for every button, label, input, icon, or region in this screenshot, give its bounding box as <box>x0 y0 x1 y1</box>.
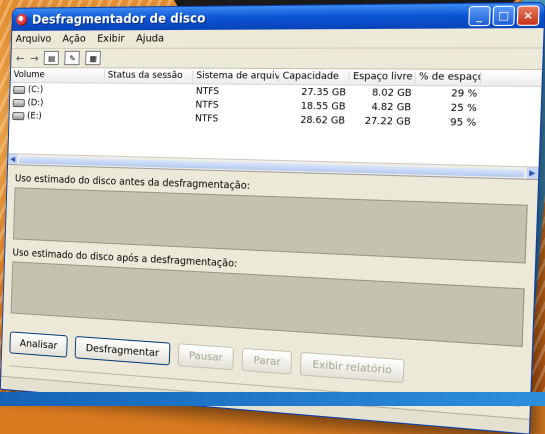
menu-arquivo[interactable]: Arquivo <box>16 34 52 45</box>
stop-button[interactable]: Parar <box>241 347 293 375</box>
volume-capacity: 18.55 GB <box>300 100 346 113</box>
volume-free: 4.82 GB <box>371 101 412 114</box>
bottom-blue-strip <box>0 392 545 406</box>
volume-status <box>104 90 192 91</box>
analyze-button[interactable]: Analisar <box>9 331 69 358</box>
volume-name: (E:) <box>26 110 42 122</box>
column-capacity[interactable]: Capacidade <box>279 71 350 83</box>
volume-free-pct: 25 % <box>450 102 477 115</box>
volume-free: 27.22 GB <box>364 115 411 128</box>
maximize-icon[interactable]: □ <box>492 5 516 27</box>
scroll-right-icon[interactable]: ▶ <box>526 167 539 180</box>
volume-free-pct: 29 % <box>450 88 478 100</box>
volume-name: (C:) <box>27 84 44 95</box>
volume-fs: NTFS <box>194 113 219 125</box>
defrag-window: Desfragmentador de disco _ □ × Arquivo A… <box>0 1 545 434</box>
scrollbar-thumb[interactable] <box>19 155 525 177</box>
toolbar: ← → ▤ ✎ ▦ <box>11 48 543 71</box>
title-bar[interactable]: Desfragmentador de disco _ □ × <box>12 3 545 31</box>
properties-icon[interactable]: ✎ <box>64 50 81 66</box>
column-free-pct[interactable]: % de espaço livre <box>415 71 482 84</box>
column-volume[interactable]: Volume <box>10 69 106 81</box>
window-controls: _ □ × <box>468 5 540 27</box>
volume-free-pct: 95 % <box>449 117 477 129</box>
volume-fs: NTFS <box>195 85 220 97</box>
console-tree-icon[interactable]: ▤ <box>44 50 60 66</box>
hard-drive-icon <box>12 111 25 120</box>
menu-acao[interactable]: Ação <box>62 34 86 45</box>
menu-exibir[interactable]: Exibir <box>97 33 125 44</box>
menu-bar: Arquivo Ação Exibir Ajuda <box>11 28 544 49</box>
volume-free: 8.02 GB <box>371 87 412 99</box>
close-icon[interactable]: × <box>516 5 540 26</box>
hard-drive-icon <box>12 98 25 107</box>
volume-fs: NTFS <box>195 99 219 111</box>
back-arrow-icon[interactable]: ← <box>16 51 25 64</box>
defragment-button[interactable]: Desfragmentar <box>74 335 171 366</box>
column-status[interactable]: Status da sessão <box>104 70 194 82</box>
minimize-icon[interactable]: _ <box>468 5 491 27</box>
forward-arrow-icon[interactable]: → <box>30 51 39 64</box>
scene: Desfragmentador de disco _ □ × Arquivo A… <box>0 0 545 434</box>
volume-capacity: 28.62 GB <box>300 114 346 127</box>
menu-ajuda[interactable]: Ajuda <box>136 33 164 44</box>
volume-capacity: 27.35 GB <box>301 86 347 99</box>
window-title: Desfragmentador de disco <box>31 10 206 27</box>
volume-status <box>104 117 192 118</box>
column-free[interactable]: Espaço livre <box>349 71 416 83</box>
volume-status <box>104 104 192 105</box>
scroll-left-icon[interactable]: ◀ <box>8 154 18 165</box>
volume-list: Volume Status da sessão Sistema de arqui… <box>8 67 543 181</box>
defrag-app-icon <box>16 13 28 26</box>
pause-button[interactable]: Pausar <box>177 343 235 371</box>
view-report-button[interactable]: Exibir relatório <box>300 351 405 384</box>
volume-name: (D:) <box>27 97 44 108</box>
column-filesystem[interactable]: Sistema de arquivos <box>193 70 280 82</box>
hard-drive-icon <box>13 85 26 94</box>
help-icon[interactable]: ▦ <box>85 50 102 66</box>
